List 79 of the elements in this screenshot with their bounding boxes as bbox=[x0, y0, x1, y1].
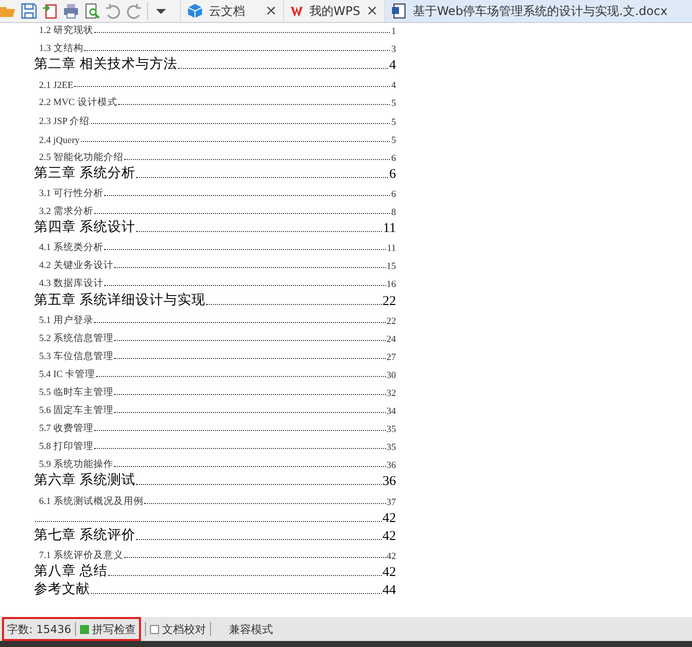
word-count: 字数: 15436 bbox=[7, 622, 72, 636]
page-number: 5 bbox=[391, 118, 396, 128]
toc-entry: 第八章 总结 bbox=[34, 562, 108, 580]
proofread-toggle[interactable]: 文档校对 bbox=[150, 622, 206, 636]
page-number: 42 bbox=[382, 528, 396, 544]
page-number: 37 bbox=[386, 498, 396, 508]
toc-entry: 3.2 需求分析 bbox=[39, 205, 94, 218]
page-number: 36 bbox=[386, 461, 396, 472]
compatibility-mode: 兼容模式 bbox=[229, 622, 274, 636]
toc-entry: 2.4 jQuery bbox=[39, 136, 80, 146]
page-number: 27 bbox=[386, 352, 396, 363]
page-number: 4 bbox=[391, 81, 396, 92]
page-number: 32 bbox=[386, 388, 396, 399]
page-number: 11 bbox=[386, 244, 396, 254]
toc-entry: 3.1 可行性分析 bbox=[39, 187, 104, 200]
close-button[interactable]: × bbox=[366, 3, 378, 19]
page-number: 34 bbox=[386, 407, 396, 418]
page-number: 11 bbox=[383, 220, 396, 236]
page-number: 24 bbox=[386, 334, 396, 345]
save-icon[interactable] bbox=[21, 3, 37, 19]
toc-entry: 2.1 J2EE bbox=[39, 81, 74, 92]
toc-entry: 5.8 打印管理 bbox=[39, 440, 94, 454]
toc-entry: 4.1 系统类分析 bbox=[39, 241, 104, 254]
page-number: 6 bbox=[391, 154, 396, 164]
toc-entry: 1.2 研究现状 bbox=[39, 24, 94, 38]
toc-entry: 2.5 智能化功能介绍 bbox=[39, 151, 124, 164]
close-button[interactable]: × bbox=[265, 3, 277, 19]
toc-entry: 5.5 临时车主管理 bbox=[39, 386, 114, 399]
tab[interactable]: 基于Web停车场管理系统的设计与实现.文.docx bbox=[384, 0, 692, 22]
toc-entry: 1.3 文结构 bbox=[39, 42, 84, 56]
toc-entry: 第六章 系统测试 bbox=[34, 471, 136, 490]
toc-entry: 5.6 固定车主管理 bbox=[39, 404, 114, 418]
page-number: 6 bbox=[391, 190, 396, 200]
toc-entry: 第四章 系统设计 bbox=[34, 218, 136, 236]
undo-icon[interactable] bbox=[105, 3, 121, 19]
toc-entry: 5.4 IC 卡管理 bbox=[39, 368, 96, 381]
page-number: 5 bbox=[391, 99, 396, 110]
toc-entry: 5.7 收费管理 bbox=[39, 422, 94, 436]
page-number: 6 bbox=[389, 166, 396, 182]
toc-entry: 2.2 MVC 设计模式 bbox=[39, 96, 118, 110]
page-number: 22 bbox=[382, 292, 396, 308]
toc-entry: 第七章 系统评价 bbox=[34, 526, 136, 544]
page-number: 42 bbox=[382, 564, 396, 580]
redo-icon[interactable] bbox=[126, 3, 142, 19]
spell-check-toggle[interactable]: 拼写检查 bbox=[80, 622, 136, 636]
cube-icon bbox=[187, 3, 203, 19]
toc-entry: 7.1 系统评价及意义 bbox=[39, 549, 124, 562]
tab[interactable]: 云文档 × bbox=[180, 0, 283, 22]
toc-entry: 5.2 系统信息管理 bbox=[39, 332, 114, 345]
preview-icon[interactable] bbox=[84, 3, 100, 19]
toc-entry: 第五章 系统详细设计与实现 bbox=[34, 290, 206, 308]
document-icon bbox=[391, 3, 407, 19]
toc-entry: 5.1 用户登录 bbox=[39, 314, 94, 327]
page-number: 36 bbox=[382, 473, 396, 490]
page-number: 42 bbox=[382, 510, 396, 526]
page-number: 35 bbox=[386, 425, 396, 436]
page-number: 22 bbox=[386, 316, 396, 327]
page-number: 16 bbox=[386, 280, 396, 290]
page-number: 4 bbox=[389, 57, 396, 74]
page-number: 44 bbox=[382, 582, 396, 598]
page-number: 5 bbox=[391, 136, 396, 146]
toc-entry: 2.3 JSP 介绍 bbox=[39, 116, 90, 128]
toc-entry: 5.3 车位信息管理 bbox=[39, 350, 114, 363]
toc-entry: 4.2 关键业务设计 bbox=[39, 259, 114, 272]
toc-entry: 第二章 相关技术与方法 bbox=[34, 55, 178, 74]
toc-entry: 4.3 数据库设计 bbox=[39, 277, 104, 290]
toc-entry: 5.9 系统功能操作 bbox=[39, 458, 114, 472]
toc-entry: 参考文献 bbox=[34, 580, 90, 598]
page-number: 30 bbox=[386, 370, 396, 381]
page-number: 8 bbox=[391, 208, 396, 218]
export-icon[interactable] bbox=[42, 3, 58, 19]
page-number: 42 bbox=[386, 552, 396, 562]
page-number: 3 bbox=[391, 45, 396, 56]
page-number: 15 bbox=[386, 262, 396, 272]
page-number: 1 bbox=[391, 27, 396, 38]
page-number: 35 bbox=[386, 443, 396, 454]
toc-entry: 第三章 系统分析 bbox=[34, 164, 136, 182]
toc-entry: 6.1 系统测试概况及用例 bbox=[39, 495, 144, 508]
print-icon[interactable] bbox=[63, 3, 79, 19]
